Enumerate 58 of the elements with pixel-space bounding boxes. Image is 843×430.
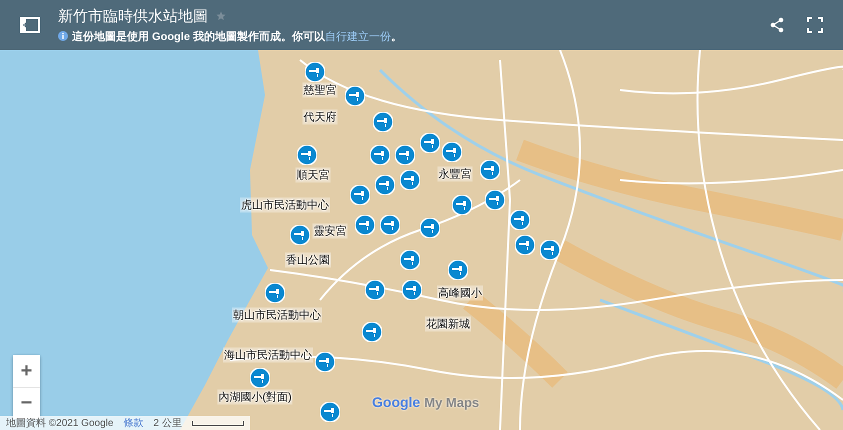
notice-text: 這份地圖是使用 Google 我的地圖製作而成。你可以自行建立一份。 [72,30,402,44]
brand-text: Google [372,394,420,410]
water-tap-marker-icon[interactable] [420,218,440,238]
water-tap-marker-icon[interactable] [320,402,340,422]
place-label: 靈安宮 [312,224,348,238]
place-label: 慈聖宮 [302,82,338,98]
water-tap-marker-icon[interactable] [370,145,390,165]
water-tap-marker-icon[interactable] [380,215,400,235]
water-tap-marker-icon[interactable] [400,170,420,190]
water-tap-marker-icon[interactable] [373,112,393,132]
water-tap-marker-icon[interactable] [510,210,530,230]
water-tap-marker-icon[interactable] [345,86,365,106]
attribution-text: 地圖資料 ©2021 Google [6,416,114,430]
water-tap-marker-icon[interactable] [448,260,468,280]
place-label: 朝山市民活動中心 [232,308,322,322]
water-tap-marker-icon[interactable] [250,368,270,388]
water-tap-marker-icon[interactable] [485,190,505,210]
zoom-out-button[interactable]: − [13,387,40,419]
place-label: 永豐宮 [438,166,472,182]
map-view[interactable]: 慈聖宮 代天府 順天宮 虎山市民活動中心 靈安宮 永豐宮 香山公園 高峰國小 花園新城 朝山市民活動中心 海山市民活動中心 內湖國小(對面) Google My Maps + − 地圖資料 ©2021 Google 條款 2 公里 [0,50,843,430]
water-tap-marker-icon[interactable] [265,283,285,303]
fullscreen-icon[interactable] [805,15,825,35]
water-tap-marker-icon[interactable] [362,322,382,342]
water-tap-marker-icon[interactable] [395,145,415,165]
place-label: 代天府 [302,110,338,124]
water-tap-marker-icon[interactable] [480,160,500,180]
create-copy-link[interactable]: 自行建立一份 [325,30,391,42]
place-label: 香山公園 [285,252,331,268]
product-text: My Maps [424,395,480,410]
water-tap-marker-icon[interactable] [315,352,335,372]
water-tap-marker-icon[interactable] [540,240,560,260]
water-tap-marker-icon[interactable] [375,175,395,195]
scale-text: 2 公里 [153,417,182,430]
place-label: 花園新城 [425,316,471,332]
place-label: 內湖國小(對面) [217,390,293,404]
star-icon[interactable] [216,11,226,21]
water-tap-marker-icon[interactable] [365,280,385,300]
water-tap-marker-icon[interactable] [297,145,317,165]
water-tap-marker-icon[interactable] [400,250,420,270]
water-tap-marker-icon[interactable] [420,133,440,153]
scale-bar [192,420,244,426]
water-tap-marker-icon[interactable] [402,280,422,300]
info-icon [58,31,68,41]
water-tap-marker-icon[interactable] [452,195,472,215]
sidebar-toggle-icon[interactable] [20,15,40,35]
water-tap-marker-icon[interactable] [305,62,325,82]
terms-link[interactable]: 條款 [123,416,144,430]
place-label: 高峰國小 [437,286,483,300]
map-title: 新竹市臨時供水站地圖 [58,6,208,26]
zoom-in-button[interactable]: + [13,355,40,387]
water-tap-marker-icon[interactable] [515,235,535,255]
water-tap-marker-icon[interactable] [290,225,310,245]
place-label: 海山市民活動中心 [223,348,313,362]
water-tap-marker-icon[interactable] [350,185,370,205]
water-tap-marker-icon[interactable] [442,142,462,162]
place-label: 虎山市民活動中心 [240,198,330,212]
place-label: 順天宮 [296,168,330,182]
water-tap-marker-icon[interactable] [355,215,375,235]
